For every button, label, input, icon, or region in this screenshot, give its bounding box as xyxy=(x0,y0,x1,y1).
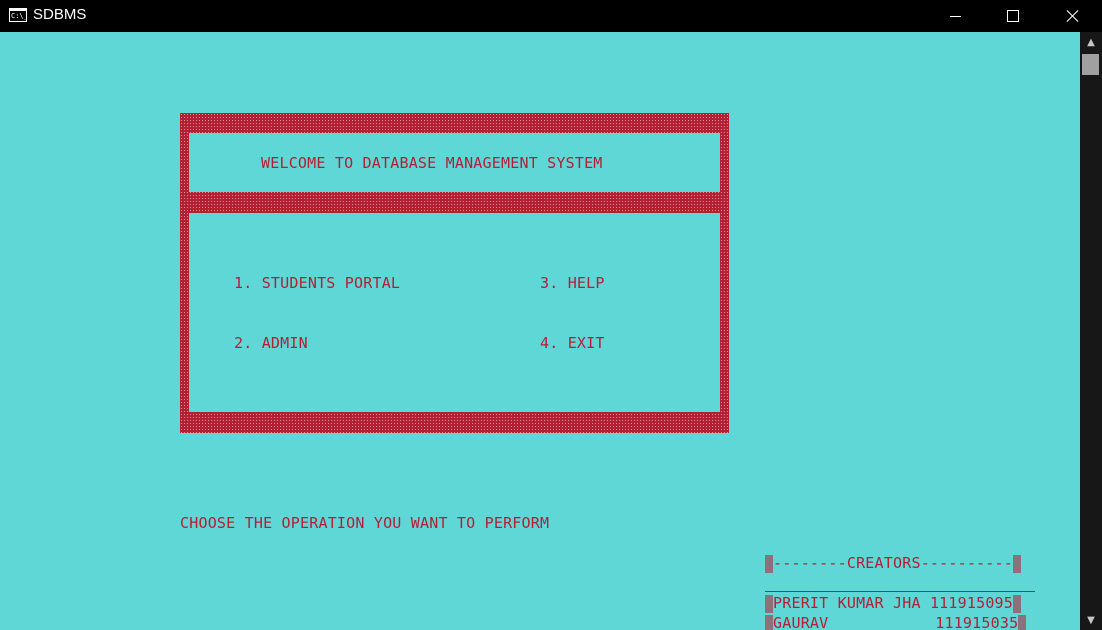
menu-option-students-portal: 1. STUDENTS PORTAL xyxy=(234,274,401,292)
maximize-icon xyxy=(1007,10,1019,22)
creator-row: PRERIT KUMAR JHA 111915095 xyxy=(765,594,1022,613)
title-bar: C:\_ SDBMS xyxy=(0,0,1102,32)
close-button[interactable] xyxy=(1044,0,1102,32)
creator-id: 111915095 xyxy=(929,594,1014,612)
creators-heading-row: --------CREATORS---------- xyxy=(765,554,1021,573)
operation-prompt: CHOOSE THE OPERATION YOU WANT TO PERFORM xyxy=(180,514,550,532)
creator-id: 111915035 xyxy=(935,614,1019,630)
close-icon xyxy=(1066,9,1080,23)
creators-heading: --------CREATORS---------- xyxy=(773,554,1013,572)
shade-block-icon xyxy=(1013,554,1021,573)
menu-option-help: 3. HELP xyxy=(540,274,605,292)
console-area[interactable]: WELCOME TO DATABASE MANAGEMENT SYSTEM 1.… xyxy=(0,32,1080,630)
shade-block-icon xyxy=(1018,614,1027,630)
minimize-icon xyxy=(949,15,961,17)
welcome-header: WELCOME TO DATABASE MANAGEMENT SYSTEM xyxy=(261,154,603,172)
menu-panel xyxy=(189,213,720,412)
creator-row: GAURAV 111915035 xyxy=(765,614,1027,630)
scroll-up-icon[interactable]: ▲ xyxy=(1080,34,1102,52)
shade-block-icon xyxy=(1013,594,1022,613)
creator-name: GAURAV xyxy=(773,614,829,630)
menu-option-admin: 2. ADMIN xyxy=(234,334,308,352)
shade-block-icon xyxy=(765,594,773,613)
scroll-thumb[interactable] xyxy=(1082,54,1099,75)
creators-divider xyxy=(765,591,1035,592)
minimize-button[interactable] xyxy=(926,0,984,32)
creator-name: PRERIT KUMAR JHA xyxy=(773,594,921,612)
shade-block-icon xyxy=(765,614,773,630)
console-app-icon[interactable]: C:\_ xyxy=(9,8,27,22)
window-title: SDBMS xyxy=(33,6,87,23)
maximize-button[interactable] xyxy=(984,0,1042,32)
shade-block-icon xyxy=(765,554,773,573)
vertical-scrollbar[interactable]: ▲ ▼ xyxy=(1080,32,1102,630)
menu-option-exit: 4. EXIT xyxy=(540,334,605,352)
scroll-down-icon[interactable]: ▼ xyxy=(1080,612,1102,630)
